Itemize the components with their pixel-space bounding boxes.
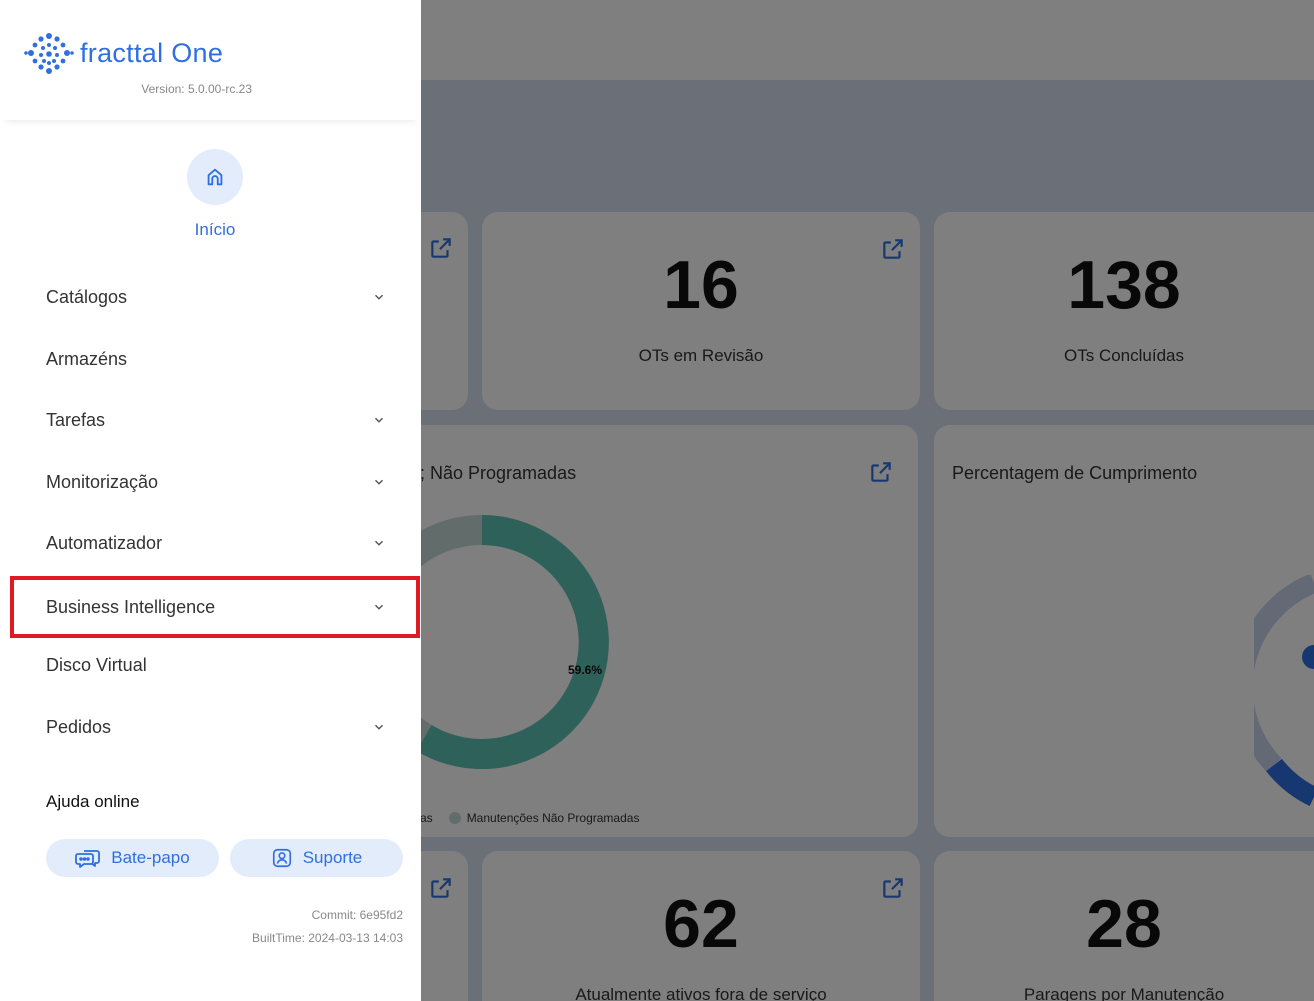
menu-item-label: Monitorização: [46, 471, 159, 492]
menu-item-monitorizacao[interactable]: Monitorização: [10, 453, 420, 511]
fracttal-logo-icon: [24, 33, 74, 74]
support-button[interactable]: Suporte: [230, 839, 403, 877]
menu-item-catalogos[interactable]: Catálogos: [10, 268, 420, 326]
menu-item-label: Business Intelligence: [46, 596, 216, 617]
logo-word: fracttal: [80, 38, 164, 68]
support-icon: [272, 848, 291, 868]
built-time-label: BuiltTime: 2024-03-13 14:03: [252, 931, 403, 945]
menu-item-armazens[interactable]: Armazéns: [10, 330, 420, 388]
version-label: Version: 5.0.00-rc.23: [141, 82, 252, 96]
menu-item-label: Disco Virtual: [46, 654, 147, 675]
chat-button-label: Bate-papo: [111, 848, 190, 867]
brand-header: fracttal One Version: 5.0.00-rc.23: [0, 0, 421, 120]
chevron-down-icon: [374, 417, 384, 423]
menu-item-automatizador[interactable]: Automatizador: [10, 514, 420, 572]
menu-item-label: Tarefas: [46, 409, 106, 430]
commit-label: Commit: 6e95fd2: [311, 908, 403, 922]
logo-suffix: One: [171, 38, 224, 68]
home-icon: [207, 168, 223, 186]
chevron-down-icon: [374, 479, 384, 485]
menu-item-disco-virtual[interactable]: Disco Virtual: [10, 636, 420, 694]
app-logo-text: fracttal One: [80, 38, 223, 69]
chevron-down-icon: [374, 724, 384, 730]
menu-item-pedidos[interactable]: Pedidos: [10, 698, 420, 756]
menu-item-label: Automatizador: [46, 532, 163, 553]
support-button-label: Suporte: [302, 848, 363, 867]
help-section-title: Ajuda online: [46, 792, 140, 811]
navigation-drawer: fracttal One Version: 5.0.00-rc.23 Iníci…: [0, 0, 421, 1001]
chat-button[interactable]: Bate-papo: [46, 839, 219, 877]
chevron-down-icon: [374, 540, 384, 546]
menu-item-tarefas[interactable]: Tarefas: [10, 391, 420, 449]
menu-item-business-intelligence[interactable]: Business Intelligence: [10, 576, 420, 638]
chevron-down-icon: [374, 604, 384, 610]
menu-item-label: Armazéns: [46, 348, 128, 369]
home-label[interactable]: Início: [0, 220, 430, 240]
menu-item-label: Pedidos: [46, 716, 112, 737]
menu-item-label: Catálogos: [46, 286, 128, 307]
chat-icon: [75, 850, 101, 868]
chevron-down-icon: [374, 294, 384, 300]
home-button[interactable]: [187, 149, 243, 205]
